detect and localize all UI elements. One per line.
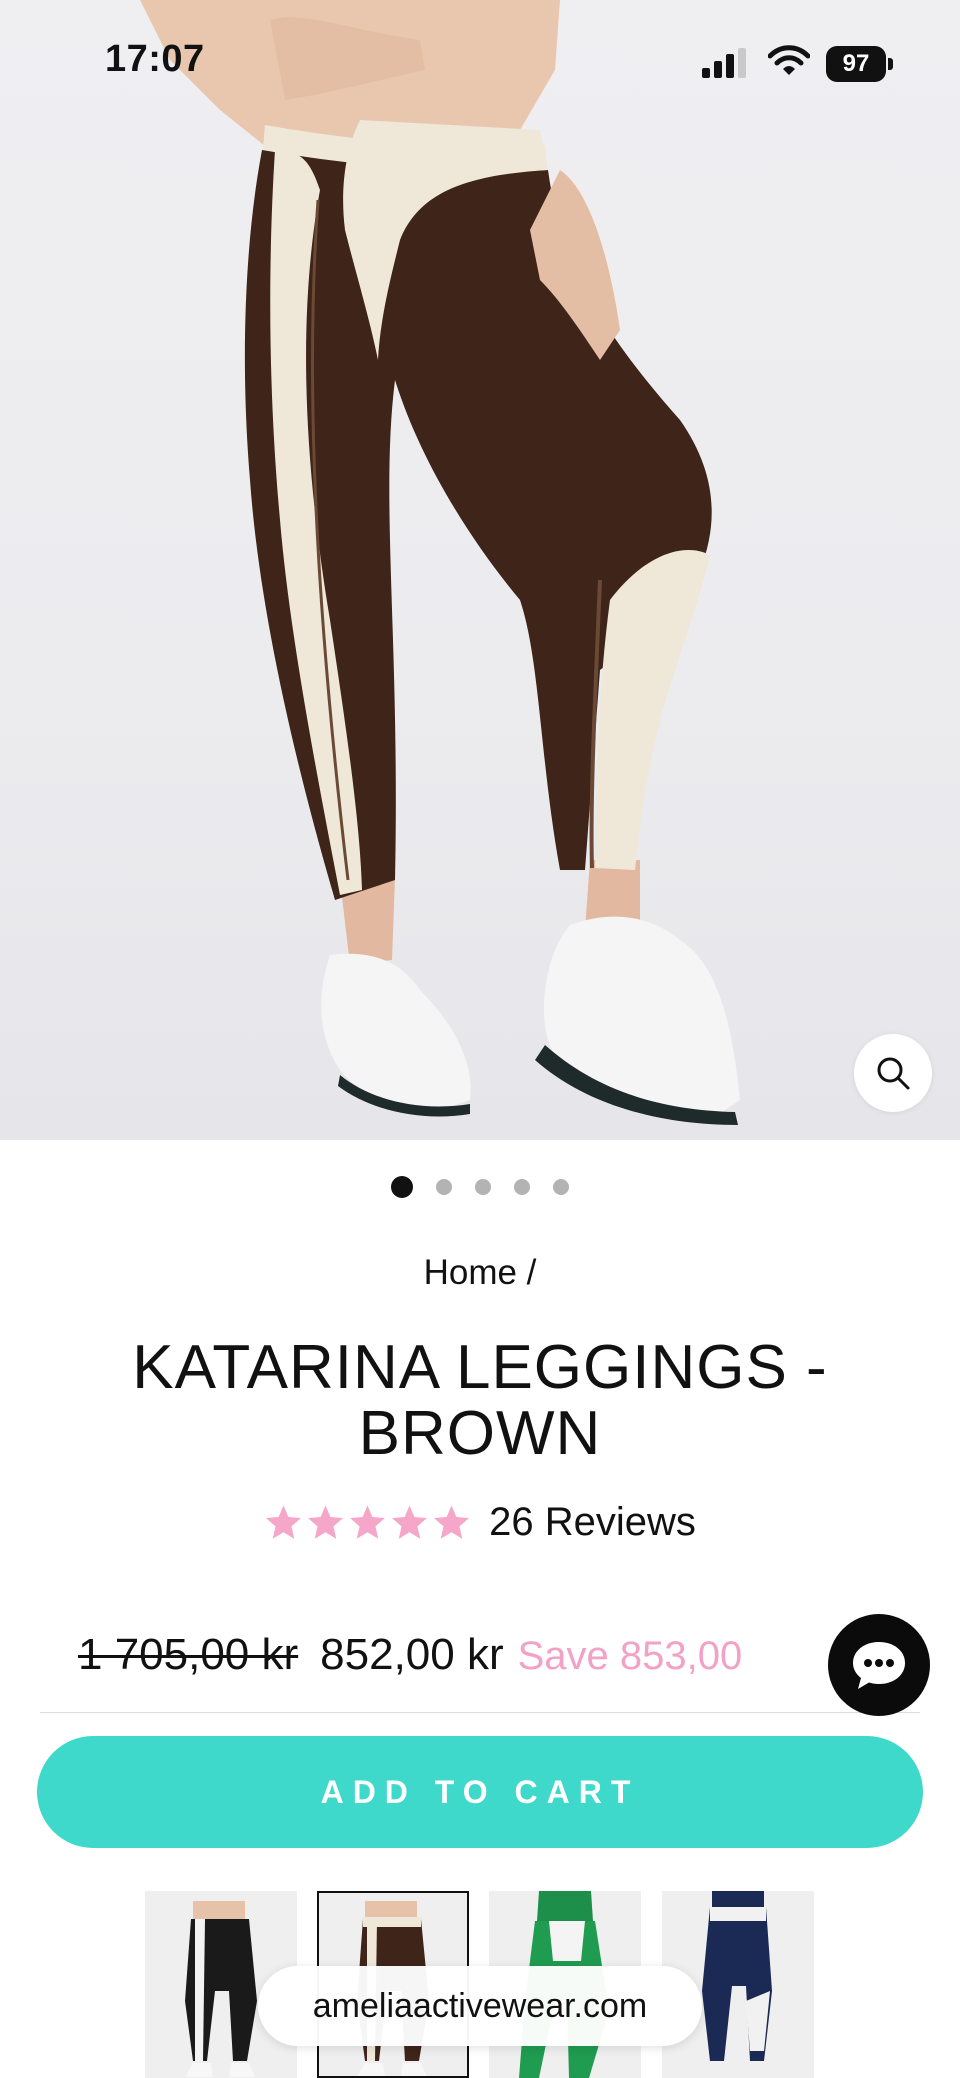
battery-icon: 97 (826, 46, 894, 82)
product-image[interactable] (0, 0, 960, 1140)
star-icon (350, 1505, 385, 1539)
search-icon (877, 1057, 910, 1090)
zoom-button[interactable] (854, 1034, 932, 1112)
chat-bubble-icon (853, 1642, 905, 1689)
wifi-icon (768, 45, 810, 75)
signal-icon (702, 48, 746, 78)
rating[interactable]: 26 Reviews (0, 1500, 960, 1545)
reviews-count[interactable]: 26 Reviews (489, 1500, 696, 1545)
carousel-dot[interactable] (391, 1176, 413, 1198)
battery-level: 97 (826, 46, 886, 82)
star-icon (266, 1505, 301, 1539)
star-icon (392, 1505, 427, 1539)
carousel-dot[interactable] (514, 1179, 530, 1195)
add-to-cart-button[interactable]: ADD TO CART (37, 1736, 923, 1848)
carousel-dots (0, 1175, 960, 1199)
leggings-photo (140, 0, 740, 1125)
star-icon (434, 1505, 469, 1539)
chat-button[interactable] (828, 1614, 930, 1716)
product-title: KATARINA LEGGINGS - BROWN (132, 1333, 828, 1468)
old-price: 1 705,00 kr (78, 1630, 299, 1679)
divider (40, 1712, 920, 1713)
save-label: Save 853,00 (517, 1634, 743, 1678)
carousel-dot[interactable] (436, 1179, 452, 1195)
status-time: 17:07 (105, 38, 205, 80)
price-row: 1 705,00 kr 852,00 kr Save 853,00 (78, 1630, 742, 1680)
url-bar[interactable]: ameliaactivewear.com (258, 1966, 702, 2046)
carousel-dot[interactable] (553, 1179, 569, 1195)
carousel-dot[interactable] (475, 1179, 491, 1195)
star-icon (308, 1505, 343, 1539)
breadcrumb[interactable]: Home / (0, 1253, 960, 1293)
sale-price: 852,00 kr (320, 1630, 504, 1679)
star-rating (264, 1503, 471, 1542)
